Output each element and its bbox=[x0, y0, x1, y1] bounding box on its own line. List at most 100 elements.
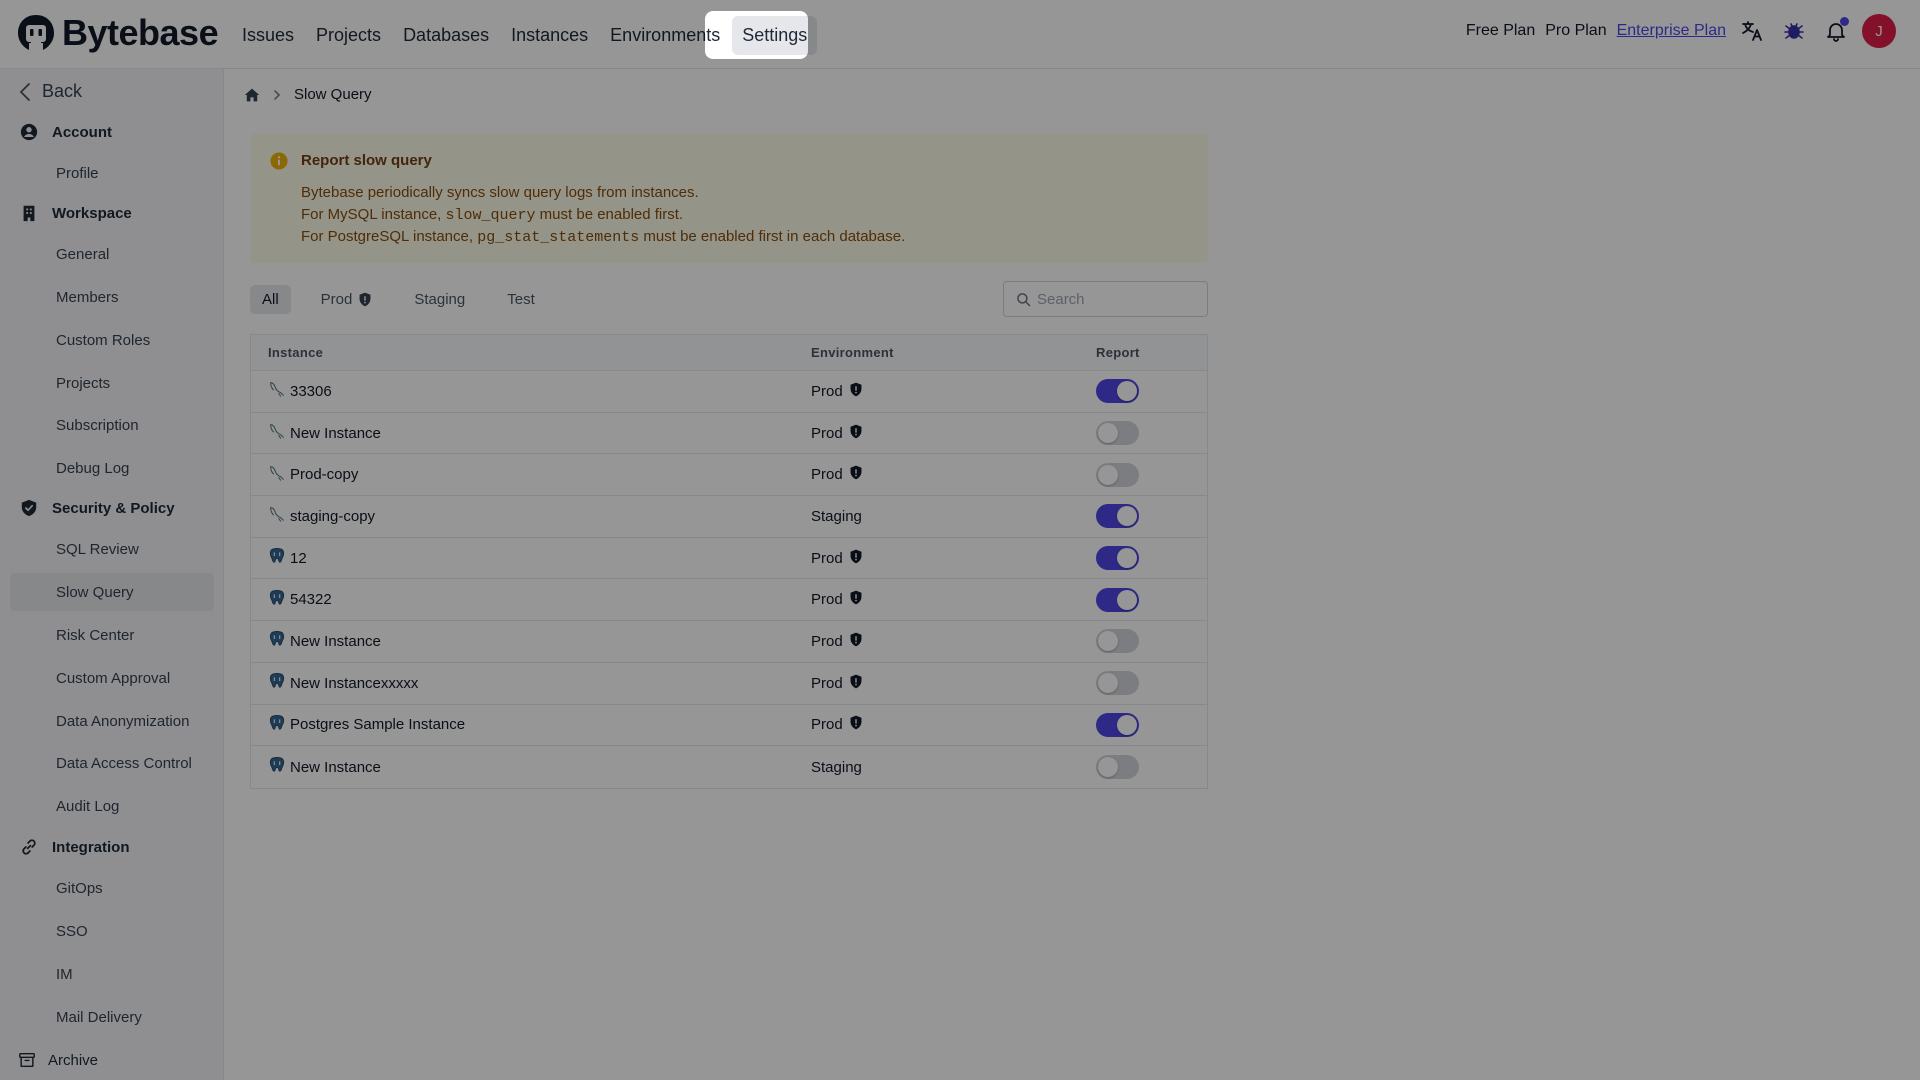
bytebase-logo[interactable]: Bytebase bbox=[16, 12, 219, 54]
search-icon bbox=[1017, 292, 1031, 306]
shield-alert-icon bbox=[359, 292, 371, 307]
bug-icon bbox=[1784, 23, 1804, 39]
environment-cell: Prod bbox=[811, 590, 1096, 609]
sidebar-item-custom-roles[interactable]: Custom Roles bbox=[10, 321, 214, 359]
breadcrumb-current: Slow Query bbox=[294, 86, 372, 103]
home-icon[interactable] bbox=[244, 87, 260, 103]
table-row[interactable]: New Instance Staging bbox=[251, 746, 1207, 788]
report-toggle[interactable] bbox=[1096, 629, 1139, 654]
banner-description: Bytebase periodically syncs slow query l… bbox=[301, 182, 905, 249]
banner-text: For PostgreSQL instance, bbox=[301, 228, 478, 245]
instance-name[interactable]: 54322 bbox=[290, 591, 332, 608]
sidebar-item-sso[interactable]: SSO bbox=[10, 912, 214, 950]
free-plan-link[interactable]: Free Plan bbox=[1466, 22, 1535, 40]
tab-prod[interactable]: Prod bbox=[309, 285, 385, 314]
table-row[interactable]: 33306 Prod bbox=[251, 371, 1207, 413]
report-toggle[interactable] bbox=[1096, 671, 1139, 696]
sidebar-item-gitops[interactable]: GitOps bbox=[10, 869, 214, 907]
sidebar-item-projects[interactable]: Projects bbox=[10, 364, 214, 402]
sidebar-item-audit-log[interactable]: Audit Log bbox=[10, 787, 214, 825]
user-avatar[interactable]: J bbox=[1862, 14, 1896, 48]
report-toggle[interactable] bbox=[1096, 504, 1139, 529]
report-toggle[interactable] bbox=[1096, 712, 1139, 737]
instance-cell: New Instance bbox=[251, 630, 811, 652]
tab-test[interactable]: Test bbox=[495, 285, 547, 314]
debug-button[interactable] bbox=[1778, 15, 1810, 47]
sidebar-item-subscription[interactable]: Subscription bbox=[10, 406, 214, 444]
link-icon bbox=[22, 839, 36, 855]
pro-plan-link[interactable]: Pro Plan bbox=[1545, 22, 1606, 40]
instance-name[interactable]: New Instance bbox=[290, 633, 381, 650]
report-toggle[interactable] bbox=[1096, 462, 1139, 487]
environment-name: Prod bbox=[811, 382, 843, 400]
language-button[interactable] bbox=[1736, 15, 1768, 47]
sidebar-item-general[interactable]: General bbox=[10, 235, 214, 273]
nav-issues[interactable]: Issues bbox=[232, 16, 304, 55]
sidebar-item-im[interactable]: IM bbox=[10, 955, 214, 993]
notifications-button[interactable] bbox=[1820, 15, 1852, 47]
instance-name[interactable]: New Instance bbox=[290, 425, 381, 442]
report-toggle[interactable] bbox=[1096, 421, 1139, 446]
report-toggle[interactable] bbox=[1096, 587, 1139, 612]
sidebar-item-sql-review[interactable]: SQL Review bbox=[10, 530, 214, 568]
table-row[interactable]: Postgres Sample Instance Prod bbox=[251, 705, 1207, 747]
report-toggle[interactable] bbox=[1096, 755, 1139, 780]
nav-databases[interactable]: Databases bbox=[393, 16, 499, 55]
sidebar-item-mail-delivery[interactable]: Mail Delivery bbox=[10, 998, 214, 1036]
environment-name: Staging bbox=[811, 758, 862, 776]
environment-name: Prod bbox=[811, 591, 843, 609]
shield-alert-icon bbox=[849, 424, 863, 443]
banner-text: For MySQL instance, bbox=[301, 205, 446, 223]
instance-name[interactable]: New Instancexxxxx bbox=[290, 675, 418, 692]
sidebar-item-risk-center[interactable]: Risk Center bbox=[10, 616, 214, 654]
instance-cell: 12 bbox=[251, 547, 811, 569]
top-navbar: Bytebase Issues Projects Databases Insta… bbox=[0, 0, 1920, 69]
table-row[interactable]: 54322 Prod bbox=[251, 579, 1207, 622]
instance-name[interactable]: Postgres Sample Instance bbox=[290, 716, 465, 733]
report-cell bbox=[1096, 712, 1206, 737]
column-header-instance: Instance bbox=[268, 345, 324, 360]
search-input[interactable] bbox=[1037, 290, 1197, 308]
translate-icon bbox=[1742, 21, 1762, 41]
environment-cell: Prod bbox=[811, 549, 1096, 568]
table-row[interactable]: staging-copy Staging bbox=[251, 496, 1207, 538]
sidebar-item-custom-approval[interactable]: Custom Approval bbox=[10, 659, 214, 697]
instance-name[interactable]: New Instance bbox=[290, 759, 381, 776]
nav-settings[interactable]: Settings bbox=[732, 16, 818, 55]
toggle-knob bbox=[1098, 631, 1118, 652]
table-row[interactable]: 12 Prod bbox=[251, 538, 1207, 580]
environment-name: Staging bbox=[811, 507, 862, 525]
top-right-actions: Free Plan Pro Plan Enterprise Plan J bbox=[1466, 14, 1896, 48]
nav-projects[interactable]: Projects bbox=[306, 16, 391, 55]
banner-text: must be enabled first in each database. bbox=[639, 228, 906, 245]
tab-all[interactable]: All bbox=[250, 285, 291, 314]
postgres-icon bbox=[268, 547, 286, 569]
tab-label: Staging bbox=[414, 291, 466, 308]
instance-name[interactable]: 33306 bbox=[290, 383, 332, 400]
table-row[interactable]: New Instancexxxxx Prod bbox=[251, 663, 1207, 705]
report-toggle[interactable] bbox=[1096, 379, 1139, 404]
report-cell bbox=[1096, 755, 1206, 780]
sidebar-item-debug-log[interactable]: Debug Log bbox=[10, 449, 214, 487]
sidebar-item-profile[interactable]: Profile bbox=[10, 154, 214, 192]
table-row[interactable]: Prod-copy Prod bbox=[251, 454, 1207, 497]
back-button[interactable]: Back bbox=[18, 81, 82, 102]
sidebar-item-members[interactable]: Members bbox=[10, 278, 214, 316]
sidebar-item-data-anonymization[interactable]: Data Anonymization bbox=[10, 702, 214, 740]
table-row[interactable]: New Instance Prod bbox=[251, 413, 1207, 455]
table-row[interactable]: New Instance Prod bbox=[251, 621, 1207, 663]
instance-name[interactable]: staging-copy bbox=[290, 508, 375, 525]
tab-staging[interactable]: Staging bbox=[402, 285, 477, 314]
sidebar-item-data-access-control[interactable]: Data Access Control bbox=[10, 744, 214, 782]
nav-instances[interactable]: Instances bbox=[501, 16, 598, 55]
instance-name[interactable]: 12 bbox=[290, 550, 307, 567]
sidebar-item-slow-query[interactable]: Slow Query bbox=[10, 573, 214, 611]
nav-environments[interactable]: Environments bbox=[600, 16, 730, 55]
enterprise-plan-link[interactable]: Enterprise Plan bbox=[1617, 22, 1726, 40]
toggle-knob bbox=[1098, 757, 1118, 778]
user-circle-icon bbox=[20, 123, 38, 141]
report-toggle[interactable] bbox=[1096, 546, 1139, 571]
instance-name[interactable]: Prod-copy bbox=[290, 466, 358, 483]
toggle-knob bbox=[1098, 464, 1118, 485]
sidebar-item-archive[interactable]: Archive bbox=[18, 1051, 98, 1069]
